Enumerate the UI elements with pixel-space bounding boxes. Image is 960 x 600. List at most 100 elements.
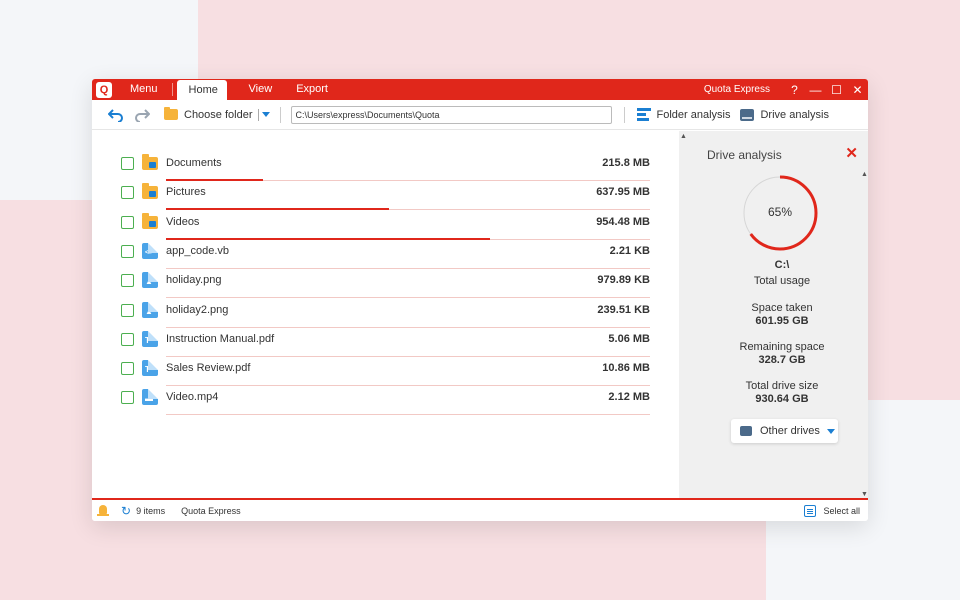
app-window: Q Menu Home View Export Quota Express ? …: [92, 79, 868, 521]
file-name: Instruction Manual.pdf: [166, 332, 275, 345]
folder-icon: [142, 154, 158, 170]
file-size: 239.51 KB: [597, 303, 650, 316]
tab-home[interactable]: Home: [176, 80, 227, 100]
file-name: Sales Review.pdf: [166, 362, 251, 375]
file-row[interactable]: ▲ holiday2.png 239.51 KB: [121, 299, 650, 328]
minimize-button[interactable]: —: [805, 83, 826, 97]
select-all-button[interactable]: Select all: [804, 504, 860, 517]
toolbar: Choose folder Folder analysis Drive anal…: [92, 100, 868, 130]
drive-analysis-button[interactable]: Drive analysis: [740, 108, 829, 121]
close-panel-icon[interactable]: ✕: [845, 144, 858, 162]
chevron-down-icon[interactable]: [261, 112, 270, 117]
drive-icon: [740, 108, 755, 121]
select-all-label: Select all: [823, 505, 860, 516]
row-checkbox[interactable]: [121, 186, 134, 200]
close-button[interactable]: ✕: [847, 83, 868, 97]
dropdown-separator: [257, 108, 259, 121]
path-input[interactable]: [290, 105, 612, 124]
folder-analysis-icon: [636, 107, 651, 122]
image-file-icon: ▲: [142, 301, 158, 318]
file-name: app_code.vb: [166, 244, 229, 257]
file-row[interactable]: ▬ Video.mp4 2.12 MB: [121, 386, 650, 416]
row-checkbox[interactable]: [121, 157, 134, 170]
usage-gauge: 65%: [742, 175, 818, 251]
choose-folder-label: Choose folder: [184, 108, 253, 121]
refresh-icon[interactable]: ↻: [121, 504, 131, 518]
help-button[interactable]: ?: [784, 83, 805, 97]
folder-icon: [142, 183, 158, 200]
row-checkbox[interactable]: [121, 332, 134, 346]
divider: [623, 106, 625, 123]
scroll-down-icon[interactable]: ▼: [861, 491, 868, 498]
status-bar: ↻ 9 items Quota Express Select all: [92, 498, 868, 521]
file-size: 2.12 MB: [608, 391, 650, 404]
file-row[interactable]: T Instruction Manual.pdf 5.06 MB: [121, 328, 650, 357]
file-size: 5.06 MB: [608, 332, 650, 345]
divider: [279, 106, 281, 123]
row-checkbox[interactable]: [121, 362, 134, 376]
panel-title: Drive analysis: [707, 148, 782, 162]
drive-analysis-panel: Drive analysis ✕ ▲ ▼ 65% C:\ Total usage…: [687, 131, 868, 498]
file-row[interactable]: </> app_code.vb 2.21 KB: [121, 240, 650, 269]
tab-menu[interactable]: Menu: [116, 83, 173, 96]
file-name: Documents: [166, 157, 222, 169]
folder-analysis-label: Folder analysis: [656, 108, 731, 121]
total-usage-label: Total usage: [753, 275, 811, 287]
file-name: Videos: [166, 215, 200, 228]
file-list: Documents 215.8 MB Pictures 637.95 MB Videos…: [92, 131, 679, 498]
app-title: Quota Express: [703, 84, 770, 95]
select-all-icon: [804, 504, 817, 517]
document-file-icon: T: [142, 360, 158, 377]
remaining-space-label: Remaining space: [739, 341, 825, 353]
file-size: 10.86 MB: [602, 362, 650, 375]
chevron-down-icon: [826, 428, 835, 434]
file-name: Pictures: [166, 186, 206, 199]
tab-view[interactable]: View: [237, 79, 285, 100]
drive-icon: [740, 426, 752, 436]
other-drives-button[interactable]: Other drives: [731, 419, 838, 443]
space-taken-label: Space taken: [751, 302, 813, 314]
file-row[interactable]: ▲ holiday.png 979.89 KB: [121, 269, 650, 299]
items-count: 9 items: [136, 505, 166, 516]
usage-percent: 65%: [767, 205, 793, 219]
folder-icon: [142, 212, 158, 229]
folder-analysis-button[interactable]: Folder analysis: [636, 107, 731, 122]
row-checkbox[interactable]: [121, 244, 134, 258]
space-taken-value: 601.95 GB: [755, 315, 809, 327]
file-size: 979.89 KB: [597, 274, 650, 287]
choose-folder-button[interactable]: Choose folder: [164, 107, 270, 121]
app-logo: Q: [96, 82, 112, 98]
file-name: Video.mp4: [166, 391, 219, 404]
file-row[interactable]: Pictures 637.95 MB: [121, 181, 650, 211]
remaining-space-value: 328.7 GB: [758, 354, 806, 366]
other-drives-label: Other drives: [760, 425, 820, 437]
file-list-scrollbar[interactable]: ▲: [679, 131, 687, 498]
panel-scrollbar[interactable]: ▲ ▼: [860, 171, 868, 498]
status-app-name: Quota Express: [181, 505, 241, 516]
image-file-icon: ▲: [142, 272, 158, 289]
file-size: 215.8 MB: [602, 157, 650, 169]
scroll-up-icon[interactable]: ▲: [680, 133, 687, 140]
total-size-value: 930.64 GB: [755, 393, 809, 405]
file-name: holiday.png: [166, 274, 222, 287]
row-checkbox[interactable]: [121, 303, 134, 317]
file-row[interactable]: Documents 215.8 MB: [121, 152, 650, 181]
scroll-up-icon[interactable]: ▲: [861, 171, 868, 178]
file-size: 2.21 KB: [609, 244, 650, 257]
redo-icon[interactable]: [132, 105, 152, 125]
total-size-label: Total drive size: [745, 380, 819, 392]
maximize-button[interactable]: ☐: [826, 83, 847, 97]
row-checkbox[interactable]: [121, 215, 134, 229]
bell-icon[interactable]: [97, 504, 109, 517]
file-row[interactable]: Videos 954.48 MB: [121, 211, 650, 240]
row-checkbox[interactable]: [121, 274, 134, 288]
size-bar: [166, 414, 650, 416]
undo-icon[interactable]: [106, 105, 126, 125]
tab-export[interactable]: Export: [284, 79, 340, 100]
video-file-icon: ▬: [142, 389, 158, 406]
title-right: Quota Express ? — ☐ ✕: [704, 79, 868, 100]
code-file-icon: </>: [142, 242, 158, 259]
file-row[interactable]: T Sales Review.pdf 10.86 MB: [121, 357, 650, 387]
file-size: 637.95 MB: [596, 186, 650, 199]
row-checkbox[interactable]: [121, 391, 134, 405]
